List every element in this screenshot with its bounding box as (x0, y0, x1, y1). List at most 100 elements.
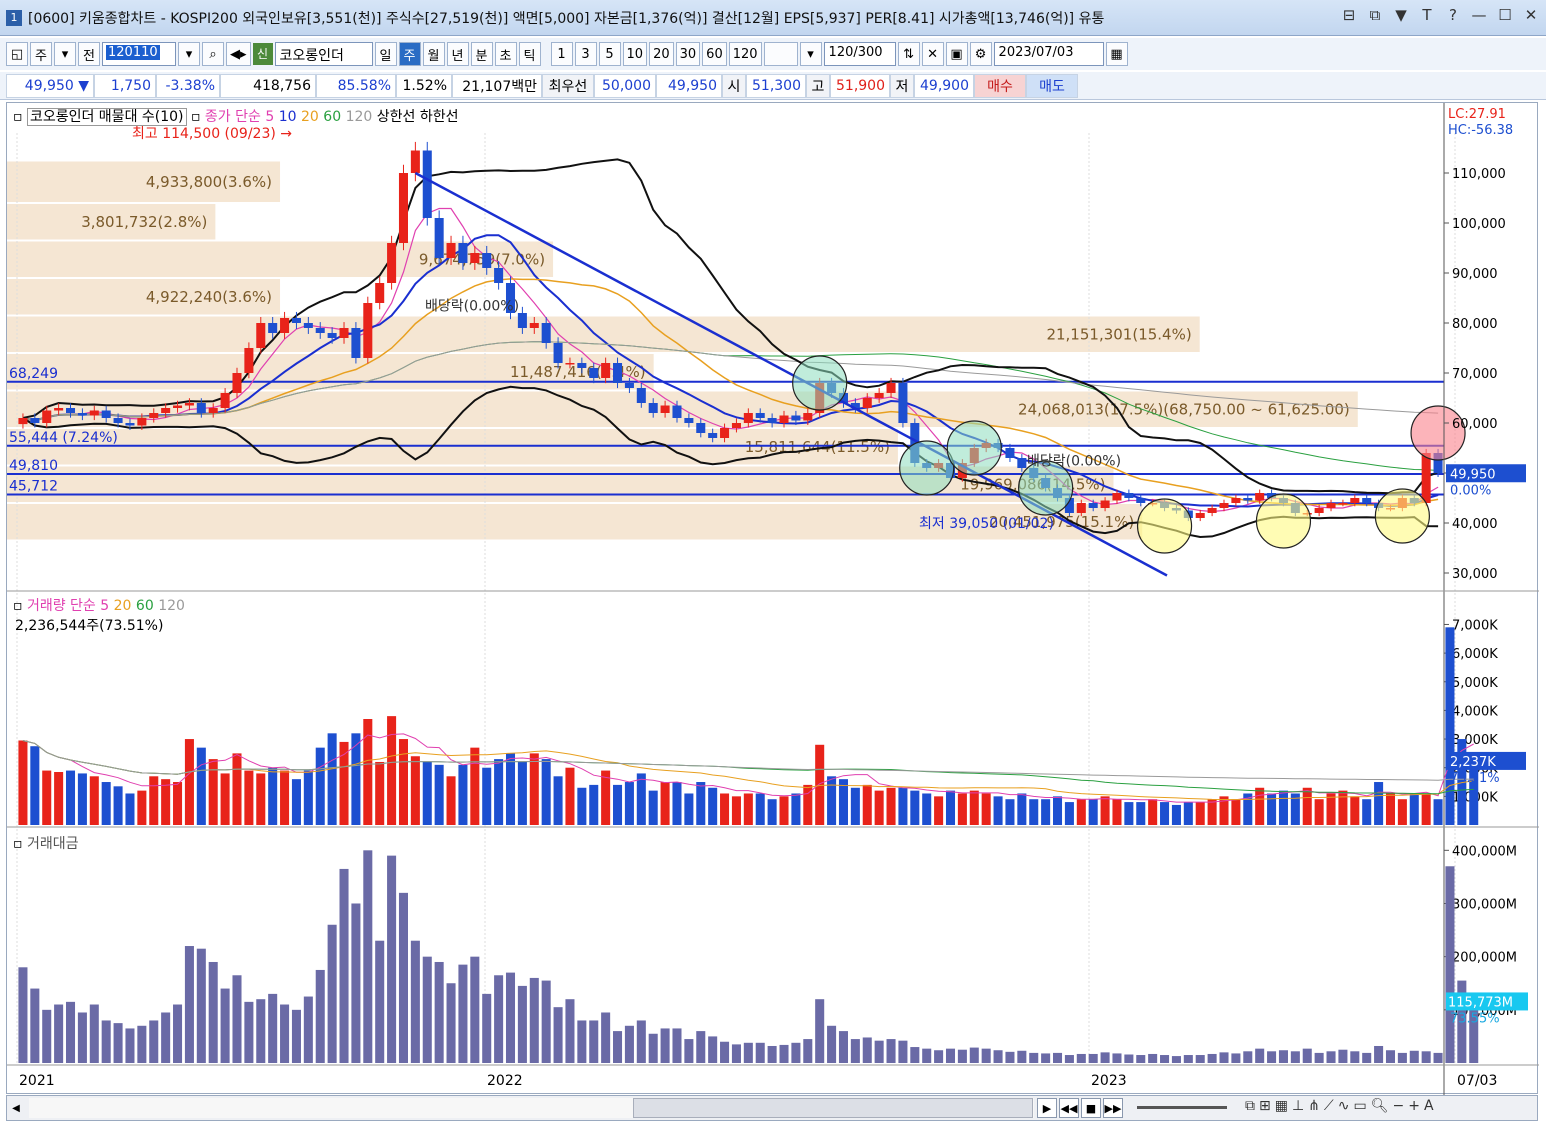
tab-day[interactable]: 일 (374, 42, 397, 66)
zoom-slider[interactable] (1137, 1106, 1227, 1109)
interval-3[interactable]: 3 (574, 42, 597, 66)
zoom-icon[interactable]: 🔍︎ (1371, 1098, 1389, 1114)
legend-upper[interactable]: 상한선 (377, 109, 416, 125)
speaker-icon[interactable]: ◀▸ (226, 42, 251, 66)
layout-icon[interactable]: ◱ (6, 42, 28, 66)
interval-custom-input[interactable] (763, 42, 798, 66)
buy-button[interactable]: 매수 (974, 73, 1026, 98)
text-icon[interactable]: T (1418, 6, 1436, 24)
save-icon[interactable]: ▣ (945, 42, 968, 66)
vol-ma120[interactable]: 120 (158, 598, 185, 614)
tab-week[interactable]: 주 (398, 42, 421, 66)
amount-bar (957, 1049, 967, 1063)
candle-body (565, 363, 575, 365)
stop-icon[interactable]: ■ (1081, 1098, 1101, 1118)
code-dropdown-icon[interactable]: ▾ (178, 42, 200, 66)
candle-body (1136, 498, 1146, 503)
plus-icon[interactable]: + (1408, 1098, 1420, 1114)
legend-lower[interactable]: 하한선 (420, 109, 459, 125)
prev-button[interactable]: 전 (78, 42, 100, 66)
scroll-left-icon[interactable]: ◀ (7, 1097, 25, 1119)
legend-ma60[interactable]: 60 (323, 109, 341, 125)
calendar-icon[interactable]: ▦ (1105, 42, 1128, 66)
play-icon[interactable]: ▶ (1037, 1098, 1057, 1118)
legend-ma20[interactable]: 20 (301, 109, 319, 125)
volume-bar (862, 784, 872, 825)
rect-icon[interactable]: ▭ (1353, 1098, 1366, 1114)
sell-button[interactable]: 매도 (1026, 73, 1078, 98)
period-select[interactable]: 주 (30, 42, 52, 66)
legend-ma120[interactable]: 120 (346, 109, 373, 125)
horizontal-scrollbar[interactable] (29, 1098, 1034, 1118)
compare-icon[interactable]: ⇅ (897, 42, 920, 66)
amount-bar (1005, 1051, 1015, 1063)
tab-second[interactable]: 초 (494, 42, 517, 66)
trend-icon[interactable]: ⟋ (1324, 1098, 1334, 1114)
minimize-button[interactable]: — (1470, 6, 1488, 24)
candle-body (743, 413, 753, 423)
crosshair-icon[interactable]: ✕ (921, 42, 944, 66)
search-icon[interactable]: ⌕ (202, 42, 224, 66)
tab-year[interactable]: 년 (446, 42, 469, 66)
chevron-down-icon[interactable]: ▾ (54, 42, 76, 66)
legend-ma10[interactable]: 10 (279, 109, 297, 125)
chart-area[interactable]: 4,933,800(3.6%) 3,801,732(2.8%) 9,674,759(… (6, 102, 1539, 1095)
scroll-thumb[interactable] (633, 1098, 1033, 1118)
amount-title[interactable]: 거래대금 (27, 836, 79, 852)
grid-icon[interactable]: ▦ (1275, 1098, 1288, 1114)
gear-icon[interactable]: ⚙ (969, 42, 992, 66)
vol-ma-label[interactable]: 단순 (70, 598, 96, 614)
interval-5[interactable]: 5 (598, 42, 621, 66)
help-icon[interactable]: ? (1444, 6, 1462, 24)
candle-body (184, 403, 194, 406)
legend-ma5[interactable]: 5 (265, 109, 274, 125)
interval-dropdown-icon[interactable]: ▾ (799, 42, 822, 66)
amount-bar (1136, 1055, 1146, 1063)
window-icon[interactable]: ⧉ (1245, 1098, 1255, 1114)
vol-ma20[interactable]: 20 (114, 598, 132, 614)
candle-body (636, 388, 646, 403)
new-badge[interactable]: 신 (252, 43, 273, 65)
tile-icon[interactable]: ⊞ (1259, 1098, 1271, 1114)
maximize-button[interactable]: ☐ (1496, 6, 1514, 24)
interval-30[interactable]: 30 (675, 42, 701, 66)
stock-name-field[interactable]: 코오롱인더 (274, 42, 373, 66)
volume-bar (291, 779, 301, 825)
fibo-icon[interactable]: ⋔ (1308, 1098, 1320, 1114)
interval-10[interactable]: 10 (622, 42, 648, 66)
rewind-icon[interactable]: ◀◀ (1059, 1098, 1079, 1118)
volume-bar (494, 759, 504, 825)
fork-icon[interactable]: ⊥ (1292, 1098, 1304, 1114)
amt-tag: 115,773M (1448, 995, 1513, 1010)
vol-ma5[interactable]: 5 (100, 598, 109, 614)
forward-icon[interactable]: ▶▶ (1103, 1098, 1123, 1118)
stock-code-input[interactable]: 120110 (102, 42, 176, 66)
level-label: 49,810 (9, 458, 58, 474)
interval-20[interactable]: 20 (649, 42, 674, 66)
interval-60[interactable]: 60 (702, 42, 727, 66)
wave-icon[interactable]: ∿ (1338, 1098, 1350, 1114)
tab-tick[interactable]: 틱 (518, 42, 541, 66)
vol-ma60[interactable]: 60 (136, 598, 154, 614)
legend-ma-label[interactable]: 종가 단순 (205, 109, 261, 125)
interval-1[interactable]: 1 (550, 42, 573, 66)
amount-bar (981, 1048, 991, 1063)
restore-icon[interactable]: ⧉ (1366, 6, 1384, 24)
minus-icon[interactable]: − (1392, 1098, 1404, 1114)
amount-bar (244, 1001, 254, 1063)
candle-body (458, 243, 468, 263)
vol-title[interactable]: 거래량 (27, 598, 66, 614)
text-tool-icon[interactable]: A (1424, 1098, 1434, 1114)
split-icon[interactable]: ⊟ (1340, 6, 1358, 24)
legend-stock[interactable]: 코오롱인더 매물대 수(10) (26, 108, 187, 126)
interval-120[interactable]: 120 (728, 42, 762, 66)
tab-minute[interactable]: 분 (470, 42, 493, 66)
chart-canvas[interactable]: 4,933,800(3.6%)3,801,732(2.8%)9,674,759(… (7, 103, 1539, 1095)
window-number-badge[interactable]: 1 (6, 9, 22, 26)
pin-icon[interactable]: ▼ (1392, 6, 1410, 24)
data-count-field[interactable]: 120/300 (823, 42, 896, 66)
tab-month[interactable]: 월 (422, 42, 445, 66)
close-button[interactable]: ✕ (1522, 6, 1540, 24)
volume-legend: ▫ 거래량 단순 5 20 60 120 2,236,544주(73.51%) (13, 595, 185, 635)
date-field[interactable]: 2023/07/03 (993, 42, 1104, 66)
